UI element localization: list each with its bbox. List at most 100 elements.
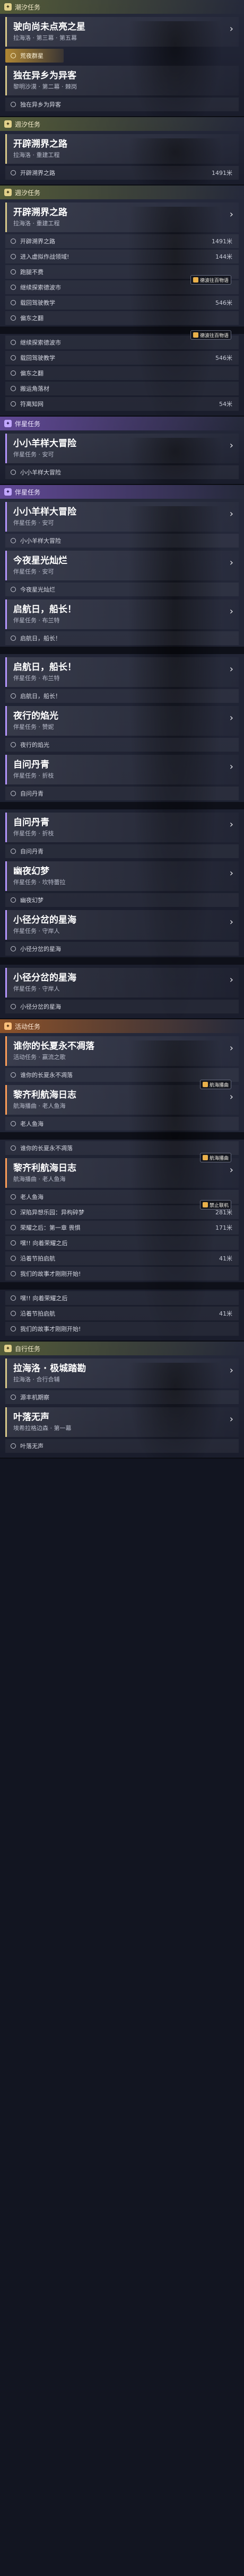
objective-circle-icon <box>11 636 16 641</box>
panel-header[interactable]: ✦ 自行任务 <box>0 1342 244 1355</box>
quest-card[interactable]: 夜行的焰光 伴星任务 · 赞妮 › <box>5 706 239 736</box>
quest-title: 小小羊样大冒险 <box>13 438 76 449</box>
panel-header[interactable]: ✦ 潮汐任务 <box>0 0 244 14</box>
quest-objective[interactable]: 符离知网 54米 <box>5 397 239 411</box>
quest-objective[interactable]: 嘿!! 向着荣耀之后 <box>5 1291 239 1305</box>
quest-objective[interactable]: 今夜星光灿烂 <box>5 583 239 596</box>
quest-title: 夜行的焰光 <box>13 711 58 721</box>
quest-subtitle: 拉海洛 · 合行合辅 <box>13 1376 60 1383</box>
quest-objective[interactable]: 搬运角落材 <box>5 382 239 395</box>
quest-subtitle: 拉海洛 · 重建工程 <box>13 152 60 158</box>
quest-card[interactable]: 拉海洛 · 极城踏勘 拉海洛 · 合行合辅 › <box>5 1358 239 1388</box>
quest-objective[interactable]: 小径分岔的星海 <box>5 1000 239 1013</box>
quest-objective[interactable]: 荒夜群星 <box>5 49 64 63</box>
quest-objective[interactable]: 偏东之翻 <box>5 366 239 380</box>
quest-card[interactable]: 自问丹青 伴星任务 · 折枝 › <box>5 813 239 842</box>
panel-header-label: 週汐任务 <box>15 189 41 197</box>
panel-header[interactable]: ✦ 週汐任务 <box>0 186 244 199</box>
quest-objective[interactable]: 夜行的焰光 <box>5 738 239 752</box>
panel-padding <box>0 1454 244 1458</box>
quest-objective[interactable]: 老人鱼海 <box>5 1117 239 1131</box>
tide-quest-icon: ✦ <box>4 120 12 128</box>
panel-header[interactable]: ✦ 週汐任务 <box>0 117 244 131</box>
quest-card[interactable]: 幽夜幻梦 伴星任务 · 坎特蕾拉 › <box>5 861 239 891</box>
quest-objective[interactable]: 自问丹青 <box>5 787 239 800</box>
quest-card[interactable]: 叶落无声 埃希拉格边森 · 第一幕 › <box>5 1407 239 1437</box>
objective-label: 谁你的长夏永不凋落 <box>20 1145 73 1152</box>
quest-card[interactable]: 驶向尚未点亮之星 拉海洛 · 第三幕 · 第五幕 › <box>5 17 239 47</box>
panel-header[interactable]: ✦ 伴星任务 <box>0 417 244 430</box>
quest-objective[interactable]: 独在异乡为异客 <box>5 98 239 111</box>
quest-title: 谁你的长夏永不凋落 <box>13 1041 94 1052</box>
quest-objective[interactable]: 叶落无声 <box>5 1439 239 1453</box>
chevron-right-icon: › <box>229 508 233 519</box>
quest-objective[interactable]: 继续探索德波市 德波往百物语 <box>5 275 239 294</box>
objective-label: 跑腿不费 <box>20 269 43 276</box>
quest-objective[interactable]: 自问丹青 <box>5 844 239 858</box>
objective-label: 开辟溯界之路 <box>20 170 55 177</box>
quest-objective[interactable]: 开辟溯界之路 1491米 <box>5 234 239 248</box>
quest-objective[interactable]: 开辟溯界之路 1491米 <box>5 166 239 180</box>
quest-card[interactable]: 小径分岔的星海 伴星任务 · 守岸人 › <box>5 910 239 940</box>
quest-objective[interactable]: 进入虚拟作战领域! 144米 <box>5 250 239 263</box>
section-break <box>0 957 244 965</box>
quest-objective[interactable]: 启航日，船长！ <box>5 689 239 703</box>
quest-objective[interactable]: 沿着节拍启航 41米 <box>5 1307 239 1320</box>
objective-label: 幽夜幻梦 <box>20 897 43 904</box>
quest-card[interactable]: 独在异乡为异客 黎明沙漠 · 第二幕 · 棘岗 <box>5 66 239 95</box>
quest-card[interactable]: 谁你的长夏永不凋落 活动任务 · 赢流之歌 › <box>5 1036 239 1066</box>
quest-objective[interactable]: 启航日，船长！ <box>5 631 239 645</box>
chevron-right-icon: › <box>229 1091 233 1102</box>
quest-objective[interactable]: 载回驾驶教学 546米 <box>5 296 239 310</box>
companion-quest-icon: ✦ <box>4 420 12 427</box>
quest-subtitle: 伴星任务 · 布兰特 <box>13 675 60 682</box>
quest-card[interactable]: 小小羊样大冒险 伴星任务 · 安可 › <box>5 502 239 532</box>
objective-circle-icon <box>11 897 16 903</box>
objective-label: 沿着节拍启航 <box>20 1255 55 1262</box>
quest-objective[interactable]: 偏东之翻 <box>5 311 239 325</box>
objective-label: 偏东之翻 <box>20 315 43 322</box>
quest-objective[interactable]: 荣耀之后：第一章 畏惧 171米 <box>5 1221 239 1234</box>
quest-card[interactable]: 黎齐利航海日志 航海播曲 · 老人鱼海 › 航海播曲 <box>5 1153 239 1188</box>
quest-objective[interactable]: 小小羊样大冒险 <box>5 534 239 548</box>
objective-circle-icon <box>11 239 16 244</box>
objective-circle-icon <box>11 1256 16 1261</box>
quest-card[interactable]: 自问丹青 伴星任务 · 折枝 › <box>5 755 239 784</box>
quest-objective[interactable]: 我们的故事才刚刚开始! <box>5 1322 239 1336</box>
quest-objective[interactable]: 小小羊样大冒险 <box>5 465 239 479</box>
objective-circle-icon <box>11 1072 16 1078</box>
quest-subtitle: 航海播曲 · 老人鱼海 <box>13 1176 66 1183</box>
quest-card[interactable]: 开辟溯界之路 拉海洛 · 重建工程 <box>5 134 239 164</box>
quest-title: 小小羊样大冒险 <box>13 507 76 517</box>
section-break <box>0 1282 244 1290</box>
objective-label: 荒夜群星 <box>20 52 43 59</box>
quest-card[interactable]: 小径分岔的星海 伴星任务 · 守岸人 › <box>5 968 239 998</box>
quest-card[interactable]: 开辟溯界之路 拉海洛 · 重建工程 › <box>5 202 239 232</box>
quest-objective[interactable]: 我们的故事才刚刚开始! <box>5 1267 239 1281</box>
quest-card[interactable]: 黎齐利航海日志 航海播曲 · 老人鱼海 › 航海播曲 <box>5 1080 239 1115</box>
quest-objective[interactable]: 幽夜幻梦 <box>5 893 239 907</box>
badge-label: 德波往百物语 <box>199 333 229 339</box>
quest-objective[interactable]: 沿着节拍启航 41米 <box>5 1251 239 1265</box>
panel-header[interactable]: ✦ 活动任务 <box>0 1019 244 1033</box>
quest-subtitle: 伴星任务 · 折枝 <box>13 830 54 837</box>
quest-objective[interactable]: 嘿!! 向着荣耀之后 <box>5 1236 239 1250</box>
quest-subtitle: 埃希拉格边森 · 第一幕 <box>13 1425 72 1432</box>
quest-card[interactable]: 启航日，船长！ 伴星任务 · 布兰特 › <box>5 599 239 629</box>
quest-card[interactable]: 启航日，船长！ 伴星任务 · 布兰特 › <box>5 657 239 687</box>
quest-objective[interactable]: 源丰机期察 <box>5 1390 239 1404</box>
quest-card[interactable]: 今夜星光灿烂 伴星任务 · 安可 › <box>5 551 239 580</box>
quest-objective[interactable]: 小径分岔的星海 <box>5 942 239 956</box>
quest-card[interactable]: 小小羊样大冒险 伴星任务 · 安可 › <box>5 434 239 463</box>
objective-label: 沿着节拍启航 <box>20 1310 55 1317</box>
objective-circle-icon <box>11 587 16 592</box>
quest-subtitle: 伴星任务 · 守岸人 <box>13 985 60 992</box>
panel-header-label: 自行任务 <box>15 1345 41 1353</box>
objective-circle-icon <box>11 1004 16 1009</box>
panel-header[interactable]: ✦ 伴星任务 <box>0 485 244 499</box>
quest-objective[interactable]: 继续探索德波市 德波往百物语 <box>5 330 239 349</box>
section-break <box>0 802 244 809</box>
quest-objective[interactable]: 载回驾驶教学 546米 <box>5 351 239 365</box>
region-badge: 航海播曲 <box>199 1080 231 1089</box>
quest-objective[interactable]: 深陷异想乐园：异构碎梦 281米 禁止联机 <box>5 1200 239 1219</box>
